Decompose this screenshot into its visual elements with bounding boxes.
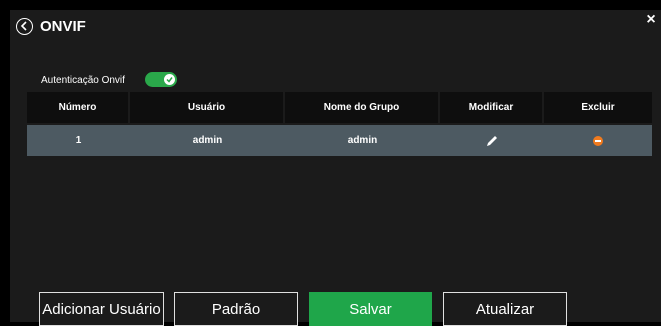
auth-label: Autenticação Onvif — [41, 75, 125, 86]
cell-delete — [544, 125, 652, 156]
header-group: Nome do Grupo — [285, 92, 440, 123]
default-button[interactable]: Padrão — [174, 292, 298, 326]
toggle-knob — [164, 74, 175, 85]
back-icon[interactable] — [16, 18, 33, 35]
cell-modify — [440, 125, 544, 156]
onvif-dialog: ONVIF × Autenticação Onvif Número Usuári… — [10, 10, 661, 326]
cell-group: admin — [347, 135, 378, 146]
auth-toggle[interactable] — [145, 72, 177, 87]
header-user: Usuário — [130, 92, 285, 123]
cell-number: 1 — [75, 135, 82, 146]
add-user-button[interactable]: Adicionar Usuário — [39, 292, 164, 326]
table-header: Número Usuário Nome do Grupo Modificar E… — [27, 92, 652, 123]
header-modify: Modificar — [440, 92, 544, 123]
cell-user: admin — [192, 135, 223, 146]
dialog-title: ONVIF — [40, 18, 86, 35]
close-icon[interactable]: × — [644, 12, 658, 28]
minus-circle-icon[interactable] — [593, 135, 603, 146]
check-icon — [166, 77, 173, 83]
table-row[interactable]: 1 admin admin — [27, 125, 652, 156]
header-delete: Excluir — [544, 92, 652, 123]
dialog-header: ONVIF × — [10, 10, 661, 46]
header-number: Número — [27, 92, 130, 123]
pencil-icon[interactable] — [485, 134, 499, 148]
refresh-button[interactable]: Atualizar — [443, 292, 567, 326]
save-button[interactable]: Salvar — [309, 292, 432, 326]
users-table: Número Usuário Nome do Grupo Modificar E… — [27, 92, 652, 156]
